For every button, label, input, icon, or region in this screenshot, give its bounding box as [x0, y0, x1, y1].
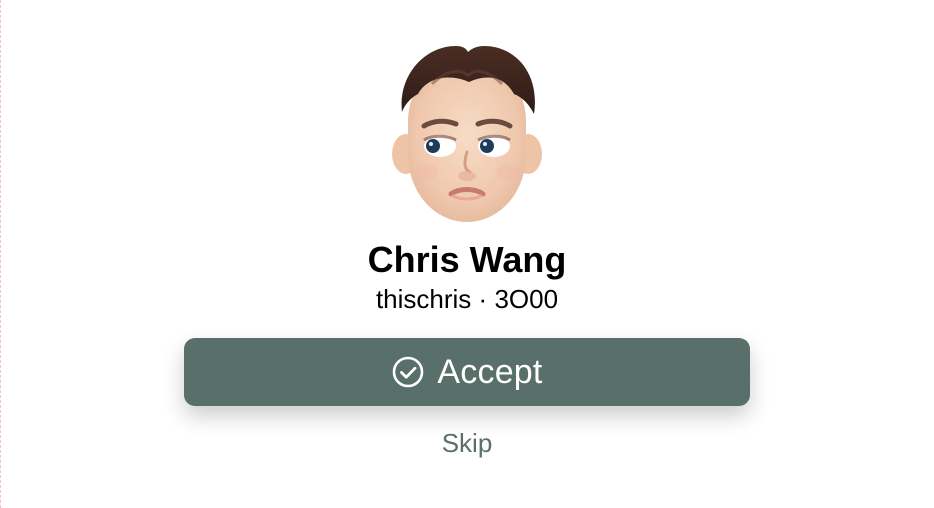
- skip-link-row: Skip: [0, 426, 934, 460]
- check-circle-icon: [391, 355, 425, 389]
- skip-link[interactable]: Skip: [442, 428, 493, 458]
- accept-button[interactable]: Accept: [184, 338, 750, 406]
- invite-card: Chris Wang thischris · 3O00 Accept Skip: [0, 0, 934, 508]
- avatar: [384, 36, 550, 226]
- profile-name: Chris Wang: [367, 239, 567, 280]
- memoji-avatar-icon: [392, 46, 542, 222]
- accept-label: Accept: [437, 353, 543, 391]
- profile-handle-row: thischris · 3O00: [0, 281, 934, 317]
- handle-separator: ·: [478, 284, 488, 314]
- profile-username: thischris: [375, 284, 472, 314]
- profile-id: 3O00: [494, 284, 559, 314]
